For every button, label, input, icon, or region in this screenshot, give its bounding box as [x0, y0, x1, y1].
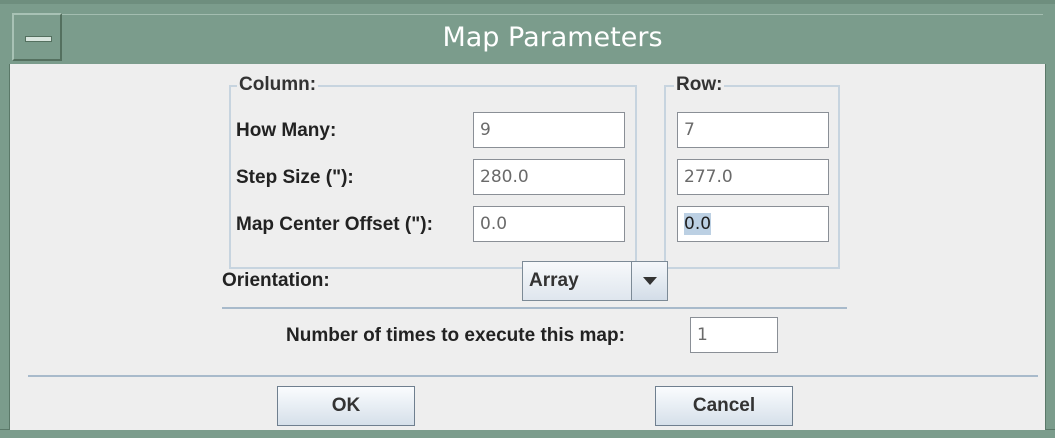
orientation-selected-value: Array: [529, 270, 579, 291]
window-title: Map Parameters: [442, 22, 663, 53]
row-center-offset-value: 0.0: [684, 213, 712, 235]
button-bar-separator: [28, 375, 1038, 377]
window-border-left[interactable]: [0, 64, 10, 438]
chevron-down-icon: [643, 277, 657, 285]
window-border-bottom[interactable]: [0, 429, 1055, 438]
dialog-content: Column: Row: How Many: Step Size ("): Ma…: [10, 64, 1045, 430]
step-size-label: Step Size ("):: [236, 167, 354, 188]
column-step-size-field[interactable]: [473, 159, 625, 195]
title-bar[interactable]: Map Parameters: [0, 0, 1055, 66]
row-group-label: Row:: [674, 74, 725, 96]
orientation-separator: [222, 307, 847, 309]
row-center-offset-field[interactable]: 0.0: [677, 206, 829, 242]
orientation-select[interactable]: Array: [522, 261, 668, 301]
row-step-size-field[interactable]: [677, 159, 829, 195]
column-how-many-field[interactable]: [473, 112, 625, 148]
map-parameters-dialog: Map Parameters Column: Row: How Many: St…: [0, 0, 1055, 438]
orientation-label: Orientation:: [222, 270, 330, 291]
ok-button[interactable]: OK: [277, 386, 415, 426]
orientation-dropdown-button[interactable]: [631, 262, 667, 300]
row-how-many-field[interactable]: [677, 112, 829, 148]
repeat-count-label: Number of times to execute this map:: [286, 325, 625, 346]
column-center-offset-field[interactable]: [473, 206, 625, 242]
map-center-offset-label: Map Center Offset ("):: [236, 214, 433, 235]
window-border-right[interactable]: [1045, 64, 1055, 438]
how-many-label: How Many:: [236, 120, 337, 141]
window-menu-icon: [25, 36, 52, 42]
cancel-button[interactable]: Cancel: [655, 386, 793, 426]
column-group-label: Column:: [237, 74, 319, 96]
title-bar-top-edge: [0, 0, 1055, 4]
window-menu-button[interactable]: [12, 13, 62, 61]
repeat-count-field[interactable]: [690, 317, 778, 353]
